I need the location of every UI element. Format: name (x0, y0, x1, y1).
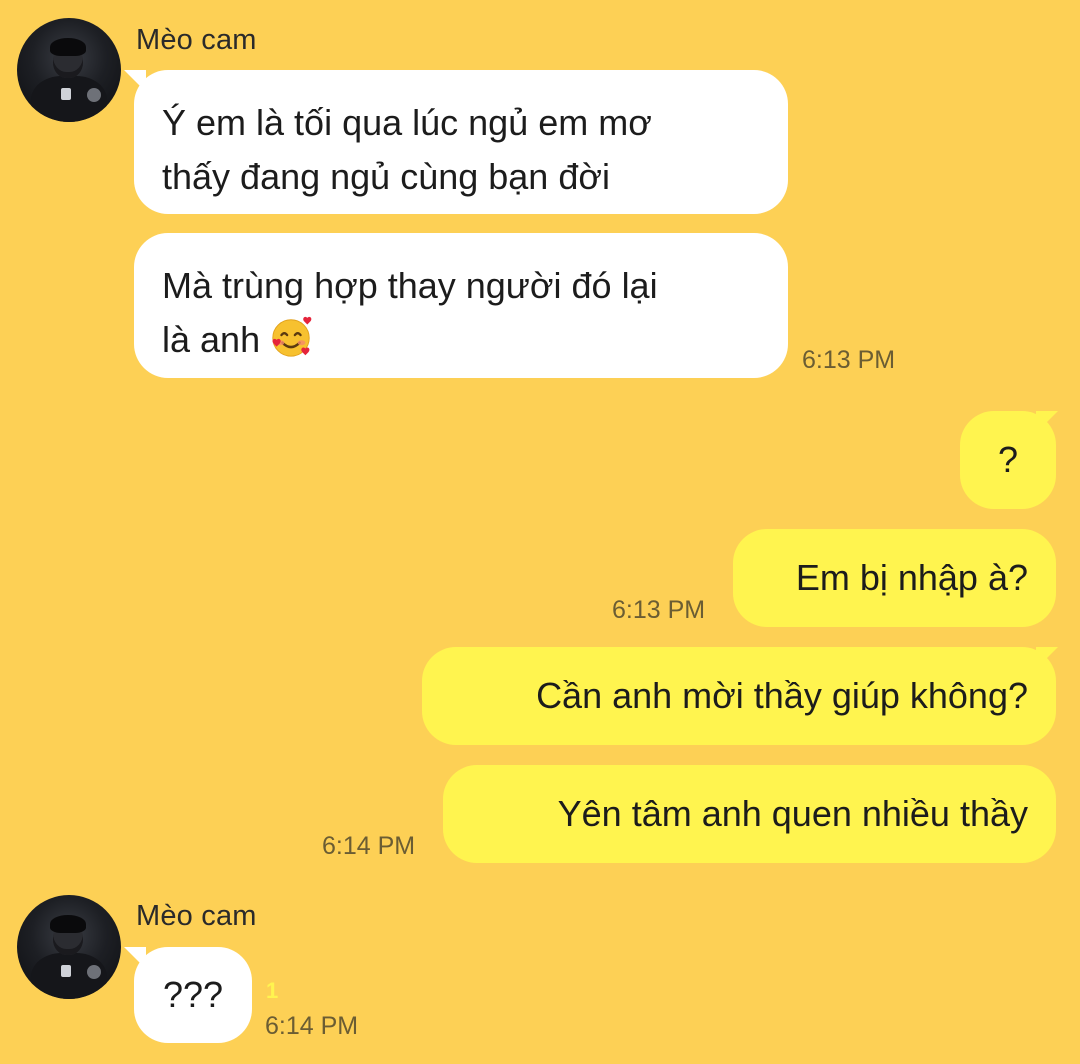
message-timestamp: 6:14 PM (322, 832, 416, 860)
outgoing-message-bubble[interactable]: Cần anh mời thầy giúp không? (422, 647, 1056, 745)
contact-avatar[interactable] (17, 895, 121, 999)
message-text: là anh (162, 319, 261, 360)
message-text-line: Ý em là tối qua lúc ngủ em mơ (162, 102, 652, 143)
sender-name: Mèo cam (136, 24, 257, 56)
message-text: Yên tâm anh quen nhiều thầy (557, 793, 1028, 834)
message-text: Cần anh mời thầy giúp không? (536, 675, 1028, 716)
outgoing-message-bubble[interactable]: Em bị nhập à? (733, 529, 1056, 627)
contact-avatar[interactable] (17, 18, 121, 122)
incoming-message-bubble[interactable]: ??? (134, 947, 252, 1043)
message-text: Em bị nhập à? (795, 557, 1028, 598)
message-text-line: Mà trùng hợp thay người đó lại (162, 265, 658, 306)
message-text-line-with-emoji: là anh (162, 313, 760, 367)
avatar-badge (61, 88, 71, 100)
message-text: ? (997, 439, 1019, 480)
avatar-badge (61, 965, 71, 977)
message-timestamp: 6:14 PM (265, 1012, 359, 1040)
message-timestamp: 6:13 PM (802, 346, 896, 374)
avatar-mic (87, 965, 101, 979)
avatar-hair (50, 38, 86, 56)
chat-thread[interactable]: Mèo cam Ý em là tối qua lúc ngủ em mơ th… (0, 0, 1080, 1064)
avatar-mic (87, 88, 101, 102)
smiling-face-with-hearts-icon (272, 316, 312, 357)
avatar-hair (50, 915, 86, 933)
sender-name: Mèo cam (136, 900, 257, 932)
message-text-line: thấy đang ngủ cùng bạn đời (162, 156, 610, 197)
message-timestamp: 6:13 PM (612, 596, 706, 624)
message-text: ??? (162, 974, 224, 1015)
unread-count-badge: 1 (266, 978, 279, 1003)
incoming-message-bubble[interactable]: Mà trùng hợp thay người đó lại là anh (134, 233, 788, 378)
outgoing-message-bubble[interactable]: ? (960, 411, 1056, 509)
outgoing-message-bubble[interactable]: Yên tâm anh quen nhiều thầy (443, 765, 1056, 863)
incoming-message-bubble[interactable]: Ý em là tối qua lúc ngủ em mơ thấy đang … (134, 70, 788, 214)
